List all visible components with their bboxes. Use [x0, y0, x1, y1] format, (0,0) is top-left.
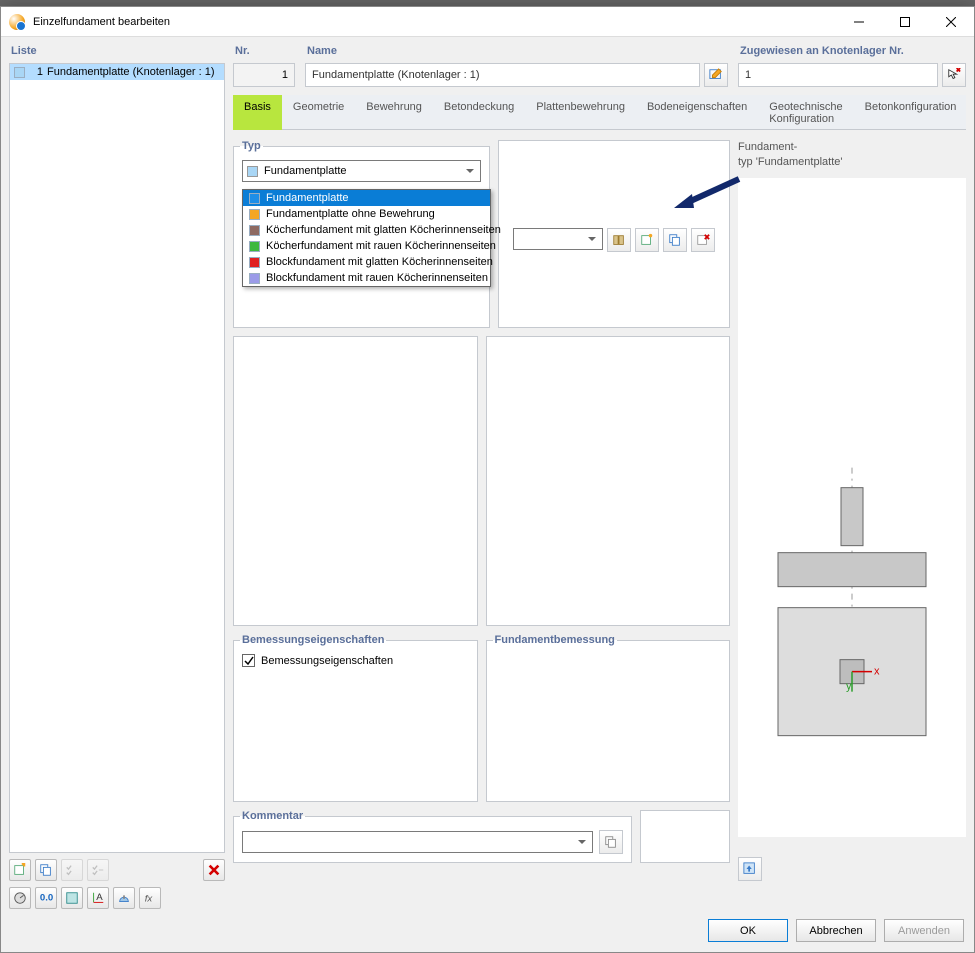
- assign-section: Zugewiesen an Knotenlager Nr. 1: [738, 45, 966, 87]
- new-item-button[interactable]: [9, 859, 31, 881]
- show-axes-button[interactable]: A: [87, 887, 109, 909]
- svg-text:A: A: [96, 892, 103, 903]
- color-swatch: [247, 166, 258, 177]
- library-button[interactable]: [607, 228, 631, 252]
- design-properties-checkbox[interactable]: Bemessungseigenschaften: [242, 654, 469, 667]
- typ-option[interactable]: Blockfundament mit glatten Köcherinnense…: [243, 254, 490, 270]
- tab-geometrie[interactable]: Geometrie: [282, 95, 355, 130]
- preview-canvas: x y: [738, 178, 966, 837]
- nr-section: Nr. 1: [233, 45, 295, 87]
- svg-text:0.00: 0.00: [40, 893, 53, 904]
- close-button[interactable]: [928, 7, 974, 37]
- panel-placeholder: [486, 336, 731, 626]
- check-all-button: [61, 859, 83, 881]
- comment-pick-button[interactable]: [599, 830, 623, 854]
- delete-item-button[interactable]: [203, 859, 225, 881]
- list-section: Liste 1 Fundamentplatte (Knotenlager : 1…: [9, 45, 225, 881]
- minimize-button[interactable]: [836, 7, 882, 37]
- name-input[interactable]: Fundamentplatte (Knotenlager : 1): [305, 63, 700, 87]
- typ-option[interactable]: Köcherfundament mit glatten Köcherinnens…: [243, 222, 490, 238]
- dialog-window: Einzelfundament bearbeiten Liste 1 Funda…: [0, 6, 975, 953]
- color-swatch: [249, 225, 260, 236]
- color-swatch: [249, 193, 260, 204]
- typ-option[interactable]: Blockfundament mit rauen Köcherinnenseit…: [243, 270, 490, 286]
- bottom-tray: 0.00 A fx: [1, 881, 974, 915]
- units-button[interactable]: [9, 887, 31, 909]
- preview-settings-button[interactable]: [738, 857, 762, 881]
- svg-text:x: x: [874, 665, 880, 677]
- tab-geotech-konfig[interactable]: Geotechnische Konfiguration: [758, 95, 853, 130]
- nr-input: 1: [233, 63, 295, 87]
- new-sub-button[interactable]: [635, 228, 659, 252]
- edit-name-button[interactable]: [704, 63, 728, 87]
- color-swatch: [249, 209, 260, 220]
- comment-side-panel: [640, 810, 730, 863]
- main-section: Nr. 1 Name Fundamentplatte (Knotenlager …: [233, 45, 966, 881]
- comment-group: Kommentar: [233, 810, 632, 863]
- color-swatch: [249, 273, 260, 284]
- typ-label: Typ: [240, 140, 263, 152]
- comment-label: Kommentar: [240, 810, 305, 822]
- formula-button[interactable]: fx: [139, 887, 161, 909]
- list-box[interactable]: 1 Fundamentplatte (Knotenlager : 1): [9, 63, 225, 853]
- typ-group: Typ Fundamentplatte Fundamentplatte Fund…: [233, 140, 490, 328]
- color-swatch: [249, 257, 260, 268]
- list-label: Liste: [9, 45, 225, 57]
- color-swatch: [14, 67, 25, 78]
- precision-button[interactable]: 0.00: [35, 887, 57, 909]
- tab-plattenbewehrung[interactable]: Plattenbewehrung: [525, 95, 636, 130]
- svg-text:fx: fx: [145, 894, 154, 905]
- ok-button[interactable]: OK: [708, 919, 788, 942]
- apply-button: Anwenden: [884, 919, 964, 942]
- tab-beton-konfig[interactable]: Betonkonfiguration: [854, 95, 968, 130]
- uncheck-all-button: [87, 859, 109, 881]
- copy-sub-button[interactable]: [663, 228, 687, 252]
- typ-option[interactable]: Fundamentplatte: [243, 190, 490, 206]
- panel-placeholder: [233, 336, 478, 626]
- app-icon: [9, 14, 25, 30]
- window-title: Einzelfundament bearbeiten: [33, 16, 170, 28]
- color-swatch: [249, 241, 260, 252]
- sub-combo[interactable]: [513, 228, 603, 250]
- typ-option[interactable]: Köcherfundament mit rauen Köcherinnensei…: [243, 238, 490, 254]
- typ-selected: Fundamentplatte: [264, 165, 347, 177]
- tab-bodeneigenschaften[interactable]: Bodeneigenschaften: [636, 95, 758, 130]
- list-toolbar: [9, 853, 225, 881]
- typ-option[interactable]: Fundamentplatte ohne Bewehrung: [243, 206, 490, 222]
- typ-dropdown: Fundamentplatte Fundamentplatte ohne Bew…: [242, 189, 491, 287]
- view-mode-button[interactable]: [61, 887, 83, 909]
- cancel-button[interactable]: Abbrechen: [796, 919, 876, 942]
- pick-node-button[interactable]: [942, 63, 966, 87]
- graphics-button[interactable]: [113, 887, 135, 909]
- assign-input[interactable]: 1: [738, 63, 938, 87]
- assign-label: Zugewiesen an Knotenlager Nr.: [738, 45, 966, 57]
- design-properties-group: Bemessungseigenschaften Bemessungseigens…: [233, 634, 478, 802]
- list-item-name: Fundamentplatte (Knotenlager : 1): [47, 66, 215, 78]
- tab-basis[interactable]: Basis: [233, 95, 282, 130]
- remove-sub-button[interactable]: [691, 228, 715, 252]
- tab-bewehrung[interactable]: Bewehrung: [355, 95, 433, 130]
- name-label: Name: [305, 45, 728, 57]
- svg-text:y: y: [846, 680, 852, 692]
- tab-bar: Basis Geometrie Bewehrung Betondeckung P…: [233, 95, 966, 130]
- copy-item-button[interactable]: [35, 859, 57, 881]
- foundation-design-group: Fundamentbemessung: [486, 634, 731, 802]
- preview-description: Fundament-typ 'Fundamentplatte': [738, 140, 966, 170]
- list-item[interactable]: 1 Fundamentplatte (Knotenlager : 1): [10, 64, 224, 80]
- typ-combo[interactable]: Fundamentplatte: [242, 160, 481, 182]
- maximize-button[interactable]: [882, 7, 928, 37]
- name-section: Name Fundamentplatte (Knotenlager : 1): [305, 45, 728, 87]
- nr-label: Nr.: [233, 45, 295, 57]
- list-item-number: 1: [29, 66, 43, 78]
- title-bar: Einzelfundament bearbeiten: [1, 7, 974, 37]
- tab-betondeckung[interactable]: Betondeckung: [433, 95, 525, 130]
- comment-combo[interactable]: [242, 831, 593, 853]
